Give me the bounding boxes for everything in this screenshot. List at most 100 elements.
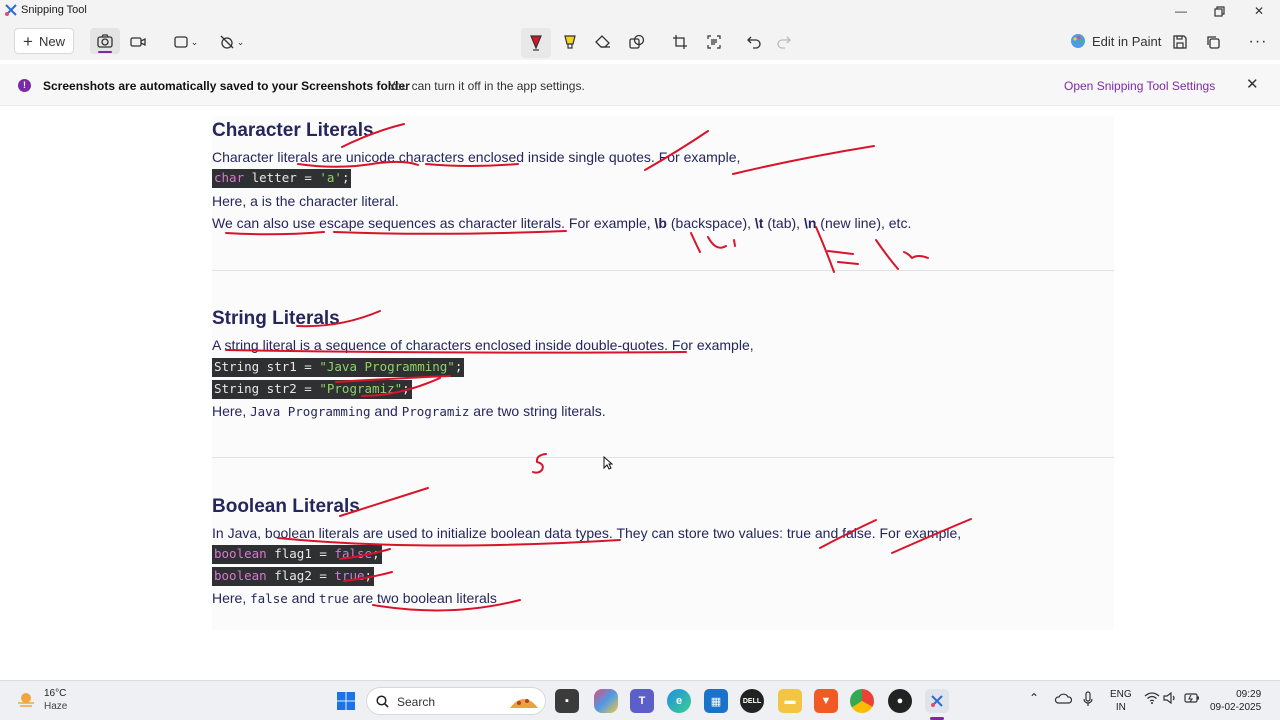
snip-shape-dropdown[interactable]: ⌄ bbox=[170, 30, 202, 54]
undo-button[interactable] bbox=[742, 30, 766, 54]
eraser-icon bbox=[595, 35, 610, 48]
weather-widget[interactable]: 16°C Haze bbox=[16, 687, 67, 713]
text-actions-button[interactable] bbox=[702, 30, 726, 54]
save-button[interactable] bbox=[1168, 30, 1192, 54]
clock[interactable]: 09:29 09-02-2025 bbox=[1210, 688, 1261, 714]
taskbar: 16°C Haze Search ▪ T e ▦ DELL ▬ ▼ ● ⌃ EN… bbox=[0, 680, 1280, 720]
scissors-icon bbox=[931, 695, 943, 707]
inline-code: Programiz bbox=[401, 404, 470, 419]
toolbar: + New ⌄ ⌄ Edit in Paint ··· bbox=[0, 22, 1280, 60]
highlighter-icon bbox=[564, 35, 576, 49]
string-literals-heading: String Literals bbox=[212, 308, 340, 329]
restore-button[interactable] bbox=[1199, 0, 1239, 22]
copilot-icon[interactable] bbox=[594, 689, 618, 713]
escape-b-desc: (backspace), bbox=[666, 215, 755, 231]
taskbar-search[interactable]: Search bbox=[366, 687, 546, 715]
escape-t-desc: (tab), bbox=[763, 215, 804, 231]
character-line-2: Here, a is the character literal. bbox=[212, 193, 399, 209]
ballpoint-pen-button[interactable] bbox=[521, 28, 551, 58]
code-semicolon: ; bbox=[364, 568, 373, 583]
edit-in-paint-button[interactable]: Edit in Paint bbox=[1070, 30, 1161, 52]
save-icon bbox=[1173, 35, 1187, 49]
char-code-line: char letter = 'a'; bbox=[212, 169, 352, 188]
close-window-button[interactable]: ✕ bbox=[1239, 0, 1279, 22]
shapes-button[interactable] bbox=[625, 30, 649, 54]
clock-date: 09-02-2025 bbox=[1210, 702, 1262, 713]
notification-message: You can turn it off in the app settings. bbox=[388, 79, 585, 93]
code-semicolon: ; bbox=[341, 170, 350, 185]
open-settings-link[interactable]: Open Snipping Tool Settings bbox=[1064, 79, 1215, 93]
weather-description: Haze bbox=[44, 701, 68, 712]
onedrive-icon[interactable] bbox=[1054, 692, 1073, 708]
notification-title: Screenshots are automatically saved to y… bbox=[43, 79, 410, 93]
notification-bar: ! Screenshots are automatically saved to… bbox=[0, 64, 1280, 106]
chrome-icon[interactable] bbox=[850, 689, 874, 713]
code-value: true bbox=[334, 568, 365, 583]
volume-icon[interactable] bbox=[1163, 691, 1177, 708]
folder-icon[interactable]: ▬ bbox=[778, 689, 802, 713]
copy-button[interactable] bbox=[1201, 30, 1225, 54]
inline-code: false bbox=[250, 591, 288, 606]
string-code-line-1: String str1 = "Java Programming"; bbox=[212, 358, 465, 377]
file-explorer-dark-icon[interactable]: ▪ bbox=[555, 689, 579, 713]
outro-text: and bbox=[287, 590, 319, 606]
teams-icon[interactable]: T bbox=[630, 689, 654, 713]
ellipsis-icon: ··· bbox=[1248, 33, 1268, 50]
text-actions-icon bbox=[707, 35, 721, 49]
brave-icon[interactable]: ▼ bbox=[814, 689, 838, 713]
undo-icon bbox=[747, 36, 761, 49]
crop-button[interactable] bbox=[668, 30, 692, 54]
obs-icon[interactable]: ● bbox=[888, 689, 912, 713]
outro-text: are two string literals. bbox=[469, 403, 606, 419]
region-code: IN bbox=[1115, 702, 1126, 713]
info-icon: ! bbox=[18, 79, 31, 92]
close-notification-button[interactable]: ✕ bbox=[1246, 75, 1259, 93]
more-options-button[interactable]: ··· bbox=[1246, 30, 1270, 54]
string-code-line-2: String str2 = "Programiz"; bbox=[212, 380, 412, 399]
rectangle-snip-icon bbox=[174, 36, 188, 48]
start-button[interactable] bbox=[334, 689, 358, 713]
wifi-icon[interactable] bbox=[1144, 692, 1160, 708]
screenshot-mode-button[interactable] bbox=[90, 28, 120, 54]
boolean-code-line-2: boolean flag2 = true; bbox=[212, 567, 375, 586]
minimize-button[interactable]: — bbox=[1161, 0, 1201, 22]
boolean-outro: Here, false and true are two boolean lit… bbox=[212, 590, 497, 606]
dell-icon[interactable]: DELL bbox=[740, 689, 764, 713]
boolean-code-line-1: boolean flag1 = false; bbox=[212, 545, 382, 564]
screenshot-canvas[interactable]: Character Literals Character literals ar… bbox=[0, 106, 1280, 680]
mouse-cursor bbox=[603, 456, 613, 470]
edge-icon[interactable]: e bbox=[667, 689, 691, 713]
code-string: 'a' bbox=[319, 170, 342, 185]
code-text: letter = bbox=[244, 170, 320, 185]
new-label: New bbox=[38, 33, 65, 49]
show-hidden-icons-button[interactable]: ⌃ bbox=[1029, 692, 1039, 705]
pen-icon bbox=[530, 35, 542, 51]
escape-intro-text: We can also use escape sequences as char… bbox=[212, 215, 655, 231]
code-string: "Programiz" bbox=[319, 381, 403, 396]
chevron-down-icon: ⌄ bbox=[190, 36, 199, 47]
eraser-button[interactable] bbox=[591, 30, 615, 54]
character-intro: Character literals are unicode character… bbox=[212, 149, 741, 165]
microphone-icon[interactable] bbox=[1083, 691, 1093, 711]
video-mode-button[interactable] bbox=[126, 30, 150, 54]
delay-dropdown[interactable]: ⌄ bbox=[216, 30, 248, 54]
chevron-down-icon: ⌄ bbox=[236, 36, 245, 47]
search-highlight-icon bbox=[510, 699, 538, 708]
language-indicator[interactable]: ENG IN bbox=[1110, 688, 1132, 714]
code-text: String str1 = bbox=[214, 359, 320, 374]
store-icon[interactable]: ▦ bbox=[704, 689, 728, 713]
code-semicolon: ; bbox=[454, 359, 463, 374]
snipping-tool-taskbar-icon[interactable] bbox=[925, 689, 949, 713]
new-button[interactable]: + New bbox=[14, 28, 74, 54]
highlighter-button[interactable] bbox=[558, 30, 582, 54]
captured-page: Character Literals Character literals ar… bbox=[212, 116, 1114, 630]
code-semicolon: ; bbox=[402, 381, 410, 396]
plus-icon: + bbox=[23, 31, 33, 51]
inline-code: Java Programming bbox=[250, 404, 371, 419]
redo-icon bbox=[777, 36, 791, 49]
title-bar: Snipping Tool — ✕ bbox=[0, 0, 1280, 22]
redo-button[interactable] bbox=[772, 30, 796, 54]
battery-icon[interactable] bbox=[1184, 692, 1200, 708]
outro-text: Here, bbox=[212, 403, 251, 419]
clock-time: 09:29 bbox=[1236, 689, 1262, 700]
